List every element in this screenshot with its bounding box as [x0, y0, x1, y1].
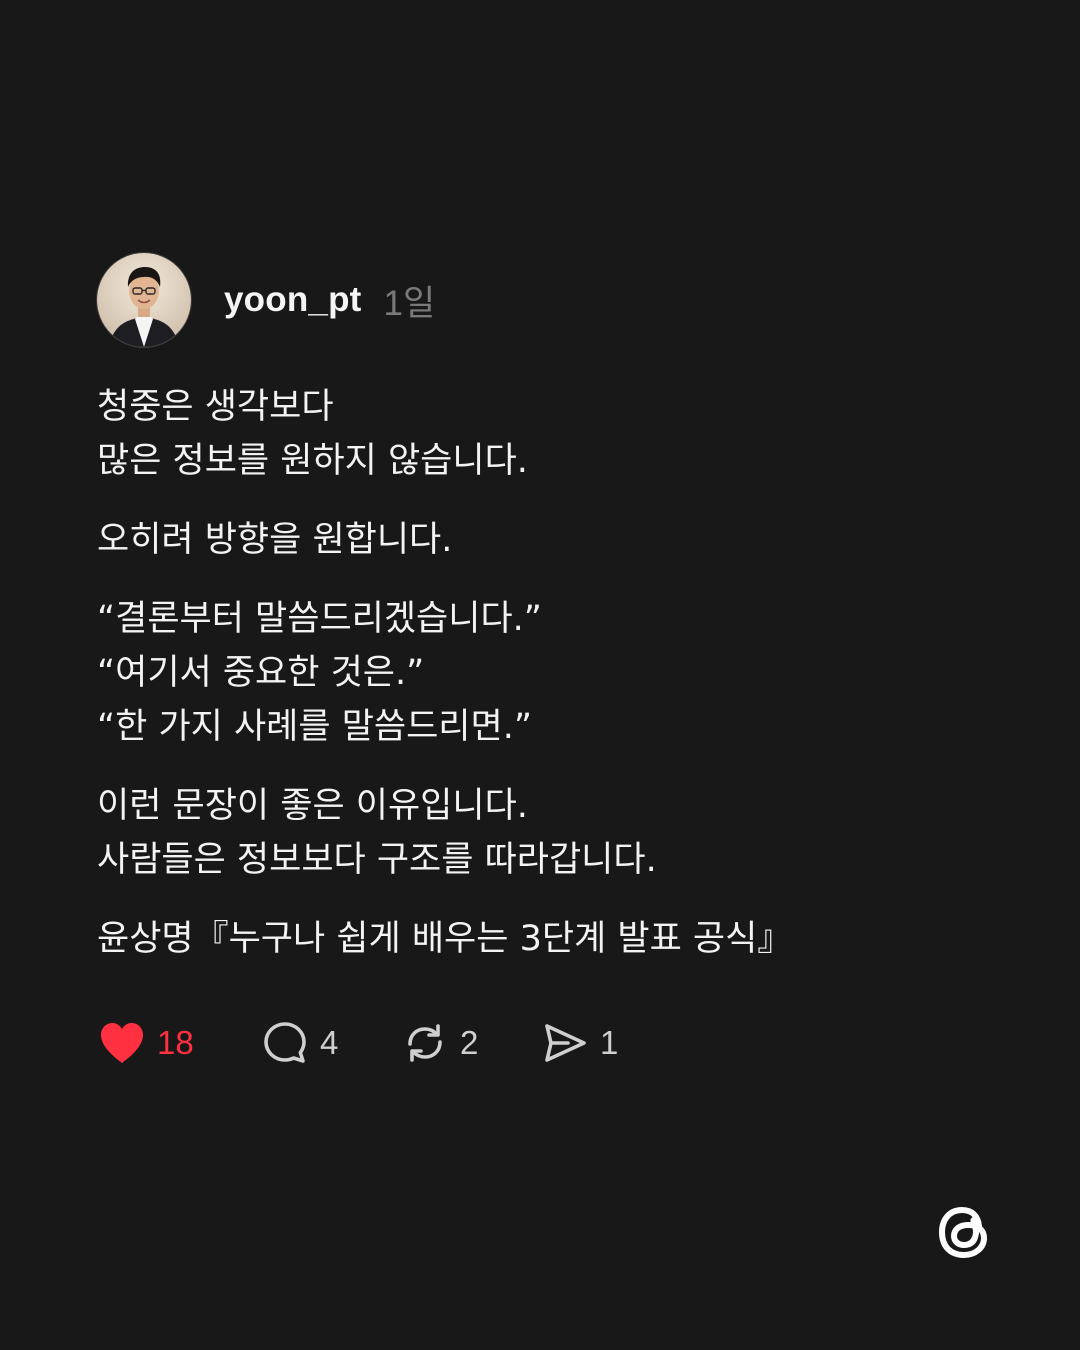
- post-text-line: “여기서 중요한 것은.”: [97, 653, 425, 693]
- post: yoon_pt 1일 청중은 생각보다많은 정보를 원하지 않습니다. 오히려 방…: [97, 252, 997, 991]
- heart-icon: [97, 1018, 147, 1068]
- repost-button[interactable]: 2: [400, 1018, 540, 1068]
- post-paragraph: 오히려 방향을 원합니다.: [97, 513, 997, 567]
- post-paragraph: 청중은 생각보다많은 정보를 원하지 않습니다.: [97, 380, 997, 488]
- repost-count: 2: [460, 1024, 479, 1061]
- post-text-line: 오히려 방향을 원합니다.: [97, 520, 453, 560]
- comment-button[interactable]: 4: [260, 1018, 400, 1068]
- post-text-line: 윤상명『누구나 쉽게 배우는 3단계 발표 공식』: [97, 919, 793, 959]
- share-button[interactable]: 1: [540, 1018, 660, 1068]
- username[interactable]: yoon_pt: [224, 280, 362, 320]
- like-button[interactable]: 18: [97, 1018, 253, 1068]
- like-count: 18: [157, 1024, 194, 1061]
- post-text-line: “결론부터 말씀드리겠습니다.”: [97, 599, 542, 639]
- send-icon: [540, 1018, 590, 1068]
- comment-bubble-icon: [260, 1018, 310, 1068]
- comment-count: 4: [320, 1024, 339, 1061]
- post-text-line: 사람들은 정보보다 구조를 따라갑니다.: [97, 840, 657, 880]
- post-time: 1일: [383, 283, 436, 323]
- post-paragraph: “결론부터 말씀드리겠습니다.” “여기서 중요한 것은.” “한 가지 사례를 말…: [97, 592, 997, 754]
- post-paragraph: 윤상명『누구나 쉽게 배우는 3단계 발표 공식』: [97, 912, 997, 966]
- post-text-line: 청중은 생각보다: [97, 387, 334, 427]
- post-text-line: 많은 정보를 원하지 않습니다.: [97, 441, 528, 481]
- post-body: 청중은 생각보다많은 정보를 원하지 않습니다. 오히려 방향을 원합니다. “결론…: [97, 380, 997, 966]
- threads-logo: [932, 1198, 996, 1266]
- post-text-line: “한 가지 사례를 말씀드리면.”: [97, 707, 532, 747]
- post-header: yoon_pt 1일: [97, 252, 997, 348]
- avatar[interactable]: [97, 253, 191, 347]
- share-count: 1: [600, 1024, 619, 1061]
- post-paragraph: 이런 문장이 좋은 이유입니다. 사람들은 정보보다 구조를 따라갑니다.: [97, 779, 997, 887]
- repost-icon: [400, 1018, 450, 1068]
- post-text-line: 이런 문장이 좋은 이유입니다.: [97, 786, 528, 826]
- post-actions: 18 4 2 1: [97, 1018, 660, 1068]
